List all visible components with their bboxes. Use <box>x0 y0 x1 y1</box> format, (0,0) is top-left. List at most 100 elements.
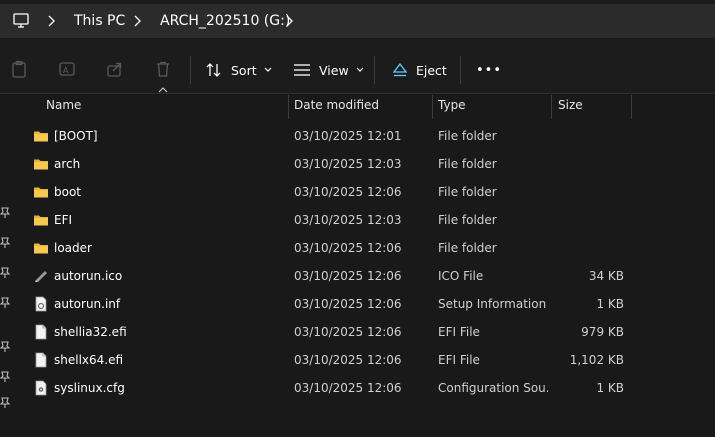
file-date-modified: 03/10/2025 12:03 <box>294 157 402 171</box>
eject-icon <box>392 62 408 77</box>
pin-icon <box>0 237 10 248</box>
this-pc-icon[interactable] <box>12 12 30 30</box>
toolbar-divider <box>460 56 461 84</box>
chevron-down-icon <box>356 67 364 72</box>
file-row[interactable]: shellx64.efi 03/10/2025 12:06 EFI File 1,10… <box>16 346 715 374</box>
column-headers: Name Date modified Type Size <box>16 87 715 119</box>
file-row[interactable]: autorun.inf 03/10/2025 12:06 Setup Informa… <box>16 290 715 318</box>
file-size: 979 KB <box>581 325 624 339</box>
column-header-size[interactable]: Size <box>558 95 628 117</box>
file-icon <box>33 324 49 340</box>
sort-button[interactable]: Sort <box>205 58 280 82</box>
file-size <box>552 206 624 234</box>
file-type: File folder <box>438 241 497 255</box>
file-size <box>552 178 624 206</box>
file-row[interactable]: [BOOT] 03/10/2025 12:01 File folder <box>16 122 715 150</box>
file-type: ICO File <box>438 269 484 283</box>
chevron-right-icon[interactable] <box>132 14 142 28</box>
file-name: syslinux.cfg <box>54 381 125 395</box>
file-size: 34 KB <box>588 269 624 283</box>
pin-icon <box>0 267 10 278</box>
column-separator[interactable] <box>631 95 632 119</box>
more-options-button[interactable]: ••• <box>476 58 502 82</box>
setup-file-icon <box>33 296 49 312</box>
file-type: File folder <box>438 157 497 171</box>
column-header-type[interactable]: Type <box>438 95 548 117</box>
file-date-modified: 03/10/2025 12:06 <box>294 381 402 395</box>
file-name: autorun.inf <box>54 297 121 311</box>
pin-icon <box>0 371 10 382</box>
pin-icon <box>0 341 10 352</box>
view-icon <box>294 64 310 76</box>
address-bar[interactable]: This PC ARCH_202510 (G:) <box>0 4 715 38</box>
file-row[interactable]: arch 03/10/2025 12:03 File folder <box>16 150 715 178</box>
share-icon[interactable] <box>106 60 124 78</box>
view-label: View <box>319 62 349 78</box>
file-size <box>552 122 624 150</box>
toolbar-divider <box>190 56 191 84</box>
file-type: Configuration Sou... <box>438 381 548 395</box>
chevron-down-icon <box>264 67 272 72</box>
file-date-modified: 03/10/2025 12:06 <box>294 325 402 339</box>
file-row[interactable]: loader 03/10/2025 12:06 File folder <box>16 234 715 262</box>
column-separator[interactable] <box>551 95 552 119</box>
view-button[interactable]: View <box>293 58 372 82</box>
file-name: shellx64.efi <box>54 353 124 367</box>
file-date-modified: 03/10/2025 12:03 <box>294 213 402 227</box>
file-name: autorun.ico <box>54 269 123 283</box>
address-bar-area: This PC ARCH_202510 (G:) <box>0 0 715 44</box>
ico-file-icon <box>33 268 49 284</box>
file-row[interactable]: shellia32.efi 03/10/2025 12:06 EFI File 979… <box>16 318 715 346</box>
file-name: [BOOT] <box>54 129 98 143</box>
paste-icon[interactable] <box>10 60 28 78</box>
pin-icon <box>0 397 10 408</box>
file-type: EFI File <box>438 325 480 339</box>
file-date-modified: 03/10/2025 12:06 <box>294 269 402 283</box>
eject-button[interactable]: Eject <box>392 58 447 82</box>
config-file-icon <box>33 380 49 396</box>
command-bar: A Sort View Eject ••• <box>0 44 715 94</box>
file-icon <box>33 352 49 368</box>
file-row[interactable]: EFI 03/10/2025 12:03 File folder <box>16 206 715 234</box>
rename-icon[interactable]: A <box>58 60 76 78</box>
toolbar-divider <box>374 56 375 84</box>
navigation-pane[interactable] <box>0 95 16 437</box>
file-name: boot <box>54 185 82 199</box>
folder-icon <box>33 156 49 172</box>
breadcrumb-drive[interactable]: ARCH_202510 (G:) <box>160 12 290 30</box>
file-date-modified: 03/10/2025 12:01 <box>294 129 402 143</box>
folder-icon <box>33 128 49 144</box>
column-header-date[interactable]: Date modified <box>294 95 432 117</box>
breadcrumb-this-pc[interactable]: This PC <box>74 12 125 30</box>
file-size: 1,102 KB <box>569 353 624 367</box>
chevron-right-icon[interactable] <box>284 14 294 28</box>
file-name: shellia32.efi <box>54 325 127 339</box>
file-type: File folder <box>438 185 497 199</box>
file-type: File folder <box>438 129 497 143</box>
column-header-name[interactable]: Name <box>46 95 286 117</box>
column-separator[interactable] <box>288 95 289 119</box>
column-separator[interactable] <box>432 95 433 119</box>
sort-ascending-icon <box>158 87 168 93</box>
delete-icon[interactable] <box>154 60 172 78</box>
svg-text:A: A <box>63 66 69 75</box>
file-row[interactable]: syslinux.cfg 03/10/2025 12:06 Configuratio… <box>16 374 715 402</box>
file-row[interactable]: autorun.ico 03/10/2025 12:06 ICO File 34 KB <box>16 262 715 290</box>
file-size: 1 KB <box>596 297 624 311</box>
file-type: Setup Information <box>438 297 547 311</box>
file-size <box>552 234 624 262</box>
sort-icon <box>206 63 221 77</box>
file-row[interactable]: boot 03/10/2025 12:06 File folder <box>16 178 715 206</box>
pin-icon <box>0 297 10 308</box>
file-size <box>552 150 624 178</box>
file-type: EFI File <box>438 353 480 367</box>
file-name: loader <box>54 241 92 255</box>
file-date-modified: 03/10/2025 12:06 <box>294 185 402 199</box>
eject-label: Eject <box>416 62 447 78</box>
chevron-right-icon[interactable] <box>46 14 56 28</box>
folder-icon <box>33 212 49 228</box>
file-date-modified: 03/10/2025 12:06 <box>294 353 402 367</box>
folder-icon <box>33 184 49 200</box>
folder-icon <box>33 240 49 256</box>
file-date-modified: 03/10/2025 12:06 <box>294 297 402 311</box>
